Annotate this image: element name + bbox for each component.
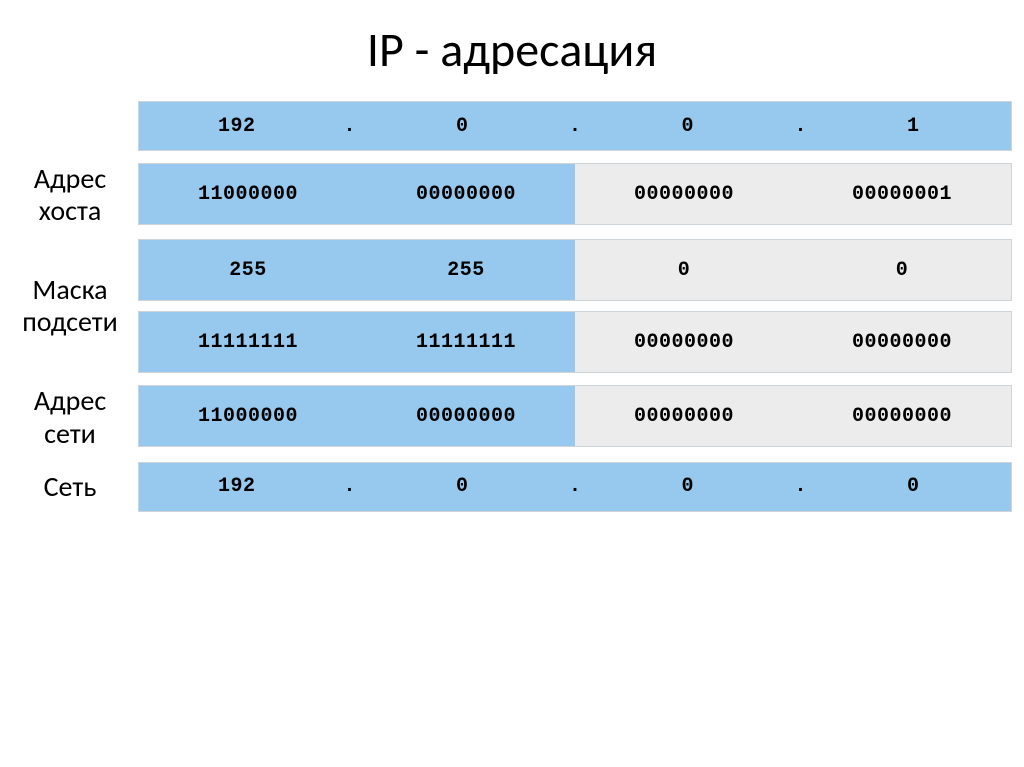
mask-bin-4: 00000000 xyxy=(793,312,1011,372)
mask-label: Маска подсети xyxy=(12,239,128,373)
net-row: Адрес сети 11000000 00000000 00000000 00… xyxy=(12,385,1012,449)
mask-dec-1: 255 xyxy=(139,240,357,300)
net-bin-3: 00000000 xyxy=(575,386,793,446)
label-spacer xyxy=(12,101,128,151)
host-bin-2: 00000000 xyxy=(357,164,575,224)
host-bin-3: 00000000 xyxy=(575,164,793,224)
network-octet-2: 0 xyxy=(365,463,561,511)
net-label: Адрес сети xyxy=(12,385,128,449)
mask-binary-bar: 11111111 11111111 00000000 00000000 xyxy=(138,311,1012,373)
mask-bin-3: 00000000 xyxy=(575,312,793,372)
net-bin-1: 11000000 xyxy=(139,386,357,446)
net-label-line1: Адрес xyxy=(34,385,106,417)
ip-decimal-row: 192 . 0 . 0 . 1 xyxy=(12,101,1012,151)
network-label-text: Сеть xyxy=(44,471,97,503)
net-label-line2: сети xyxy=(44,418,96,450)
ip-decimal-bar: 192 . 0 . 0 . 1 xyxy=(138,101,1012,151)
host-bin-4: 00000001 xyxy=(793,164,1011,224)
network-decimal-bar: 192 . 0 . 0 . 0 xyxy=(138,462,1012,512)
dot-icon: . xyxy=(560,102,590,150)
network-label: Сеть xyxy=(12,462,128,512)
dot-icon: . xyxy=(786,463,816,511)
ip-octet-1: 192 xyxy=(139,102,335,150)
net-bin-2: 00000000 xyxy=(357,386,575,446)
mask-label-line1: Маска xyxy=(32,274,107,306)
slide: IP - адресация 192 . 0 . 0 . 1 Адрес xyxy=(0,0,1024,767)
net-bin-4: 00000000 xyxy=(793,386,1011,446)
mask-dec-4: 0 xyxy=(793,240,1011,300)
mask-decimal-bar: 255 255 0 0 xyxy=(138,239,1012,301)
mask-bin-1: 11111111 xyxy=(139,312,357,372)
net-binary-bar: 11000000 00000000 00000000 00000000 xyxy=(138,385,1012,447)
diagram-content: 192 . 0 . 0 . 1 Адрес хоста 11000000 000… xyxy=(0,101,1024,512)
host-label-line1: Адрес xyxy=(34,163,106,195)
host-row: Адрес хоста 11000000 00000000 00000000 0… xyxy=(12,163,1012,227)
network-octet-4: 0 xyxy=(816,463,1012,511)
mask-row: Маска подсети 255 255 0 0 11111111 11111… xyxy=(12,239,1012,373)
mask-bin-2: 11111111 xyxy=(357,312,575,372)
network-row: Сеть 192 . 0 . 0 . 0 xyxy=(12,462,1012,512)
page-title: IP - адресация xyxy=(0,20,1024,79)
ip-octet-4: 1 xyxy=(816,102,1012,150)
ip-octet-2: 0 xyxy=(365,102,561,150)
host-label: Адрес хоста xyxy=(12,163,128,227)
host-bin-1: 11000000 xyxy=(139,164,357,224)
dot-icon: . xyxy=(786,102,816,150)
dot-icon: . xyxy=(560,463,590,511)
network-octet-3: 0 xyxy=(590,463,786,511)
network-octet-1: 192 xyxy=(139,463,335,511)
host-label-line2: хоста xyxy=(39,195,102,227)
dot-icon: . xyxy=(335,463,365,511)
ip-octet-3: 0 xyxy=(590,102,786,150)
host-binary-bar: 11000000 00000000 00000000 00000001 xyxy=(138,163,1012,225)
mask-label-line2: подсети xyxy=(22,306,118,338)
mask-dec-2: 255 xyxy=(357,240,575,300)
dot-icon: . xyxy=(335,102,365,150)
mask-dec-3: 0 xyxy=(575,240,793,300)
